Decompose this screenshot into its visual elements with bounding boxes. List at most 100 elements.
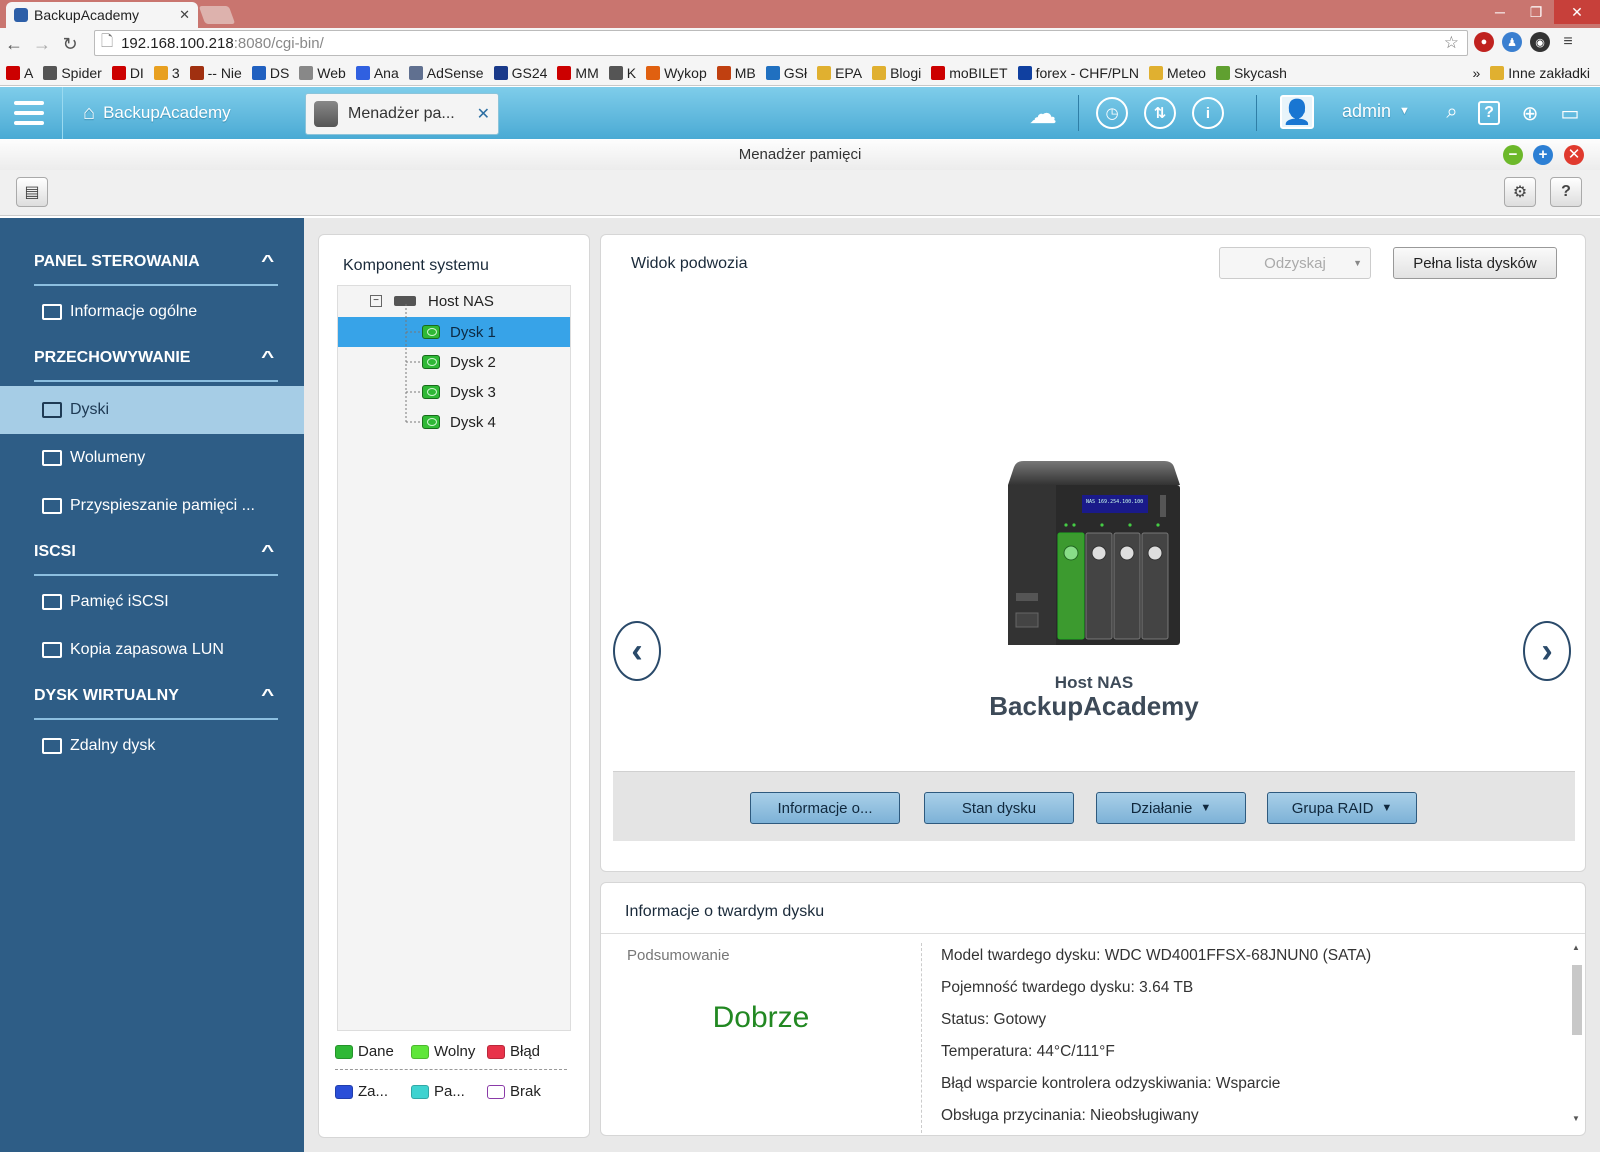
legend-swatch — [411, 1084, 429, 1099]
bookmark-item[interactable]: moBILET — [931, 65, 1008, 81]
sidebar-item-przyspieszanie[interactable]: Przyspieszanie pamięci ... — [0, 482, 304, 530]
bookmark-item[interactable]: Wykop — [646, 65, 707, 81]
extension-icon[interactable]: ♟ — [1502, 32, 1522, 52]
bookmark-item[interactable]: AdSense — [408, 65, 484, 81]
new-tab-button[interactable] — [198, 6, 236, 24]
tab-close-icon[interactable]: ✕ — [179, 7, 190, 23]
forward-icon[interactable]: → — [28, 34, 56, 55]
bookmark-label: Skycash — [1233, 64, 1287, 81]
cache-acceleration-icon — [42, 498, 62, 514]
sidebar-section-przechowywanie[interactable]: PRZECHOWYWANIE ^ — [34, 336, 278, 382]
collapse-chevron-icon[interactable]: ^ — [261, 253, 274, 271]
raid-group-dropdown-button[interactable]: Grupa RAID ▼ — [1267, 792, 1417, 824]
collapse-chevron-icon[interactable]: ^ — [261, 349, 274, 367]
bookmark-item[interactable]: Spider — [43, 64, 102, 81]
ghost-icon[interactable]: ◉ — [1530, 32, 1550, 52]
sidebar-item-pamiec-iscsi[interactable]: Pamięć iSCSI — [0, 578, 304, 626]
sidebar-item-informacje-ogolne[interactable]: Informacje ogólne — [0, 288, 304, 336]
sidebar-section-panel-sterowania[interactable]: PANEL STEROWANIA ^ — [34, 240, 278, 286]
scrollbar[interactable]: ▲ ▼ — [1571, 943, 1583, 1123]
settings-gear-icon[interactable]: ⚙ — [1504, 177, 1536, 207]
close-window-icon[interactable]: ✕ — [1554, 0, 1600, 24]
toggle-sidebar-icon[interactable]: ▤ — [16, 177, 48, 207]
scroll-down-icon[interactable]: ▼ — [1572, 1114, 1580, 1123]
full-disk-list-button[interactable]: Pełna lista dysków — [1393, 247, 1557, 279]
info-icon[interactable]: i — [1192, 97, 1224, 129]
other-bookmarks-folder[interactable]: Inne zakładki — [1490, 65, 1590, 81]
bookmark-item[interactable]: Blogi — [872, 65, 921, 81]
cloud-icon[interactable]: ☁ — [1027, 97, 1059, 129]
bookmark-item[interactable]: forex - CHF/PLN — [1017, 65, 1139, 81]
collapse-chevron-icon[interactable]: ^ — [261, 687, 274, 705]
recover-select[interactable]: Odzyskaj ▼ — [1219, 247, 1371, 279]
bookmark-item[interactable]: Ana — [355, 65, 399, 81]
back-icon[interactable]: ← — [0, 34, 28, 55]
bookmark-item[interactable]: EPA — [817, 65, 862, 81]
address-bar[interactable]: 🗋 192.168.100.218:8080/cgi-bin/ ☆ — [94, 30, 1468, 56]
disk-info-button[interactable]: Informacje o... — [750, 792, 900, 824]
bookmark-item[interactable]: Meteo — [1149, 65, 1206, 81]
main-menu-icon[interactable] — [14, 101, 44, 125]
user-menu[interactable]: admin ▼ — [1342, 101, 1410, 122]
scrollbar-thumb[interactable] — [1572, 965, 1582, 1035]
sidebar-item-zdalny-dysk[interactable]: Zdalny dysk — [0, 722, 304, 770]
action-dropdown-button[interactable]: Działanie ▼ — [1096, 792, 1246, 824]
bookmark-item[interactable]: A — [6, 65, 33, 81]
bookmark-item[interactable]: MM — [557, 65, 599, 81]
browser-tab-title: BackupAcademy — [34, 7, 140, 23]
minimize-icon[interactable]: ─ — [1482, 0, 1518, 24]
bookmark-item[interactable]: GSł — [765, 65, 807, 81]
bookmark-favicon-icon — [493, 65, 508, 80]
help-icon[interactable]: ? — [1478, 101, 1500, 125]
maximize-icon[interactable]: ❐ — [1518, 0, 1554, 24]
search-icon[interactable]: ⌕ — [1440, 101, 1464, 124]
adblock-icon[interactable]: ● — [1474, 32, 1494, 52]
bookmark-item[interactable]: -- Nie — [189, 65, 242, 81]
sidebar-section-iscsi[interactable]: ISCSI ^ — [34, 530, 278, 576]
app-tab-storage-manager[interactable]: Menadżer pa... ✕ — [305, 93, 499, 135]
language-globe-icon[interactable]: ⊕ — [1518, 101, 1542, 126]
bookmark-item[interactable]: DS — [251, 65, 289, 81]
bookmarks-overflow-button[interactable]: » — [1472, 65, 1480, 81]
sidebar-section-dysk-wirtualny[interactable]: DYSK WIRTUALNY ^ — [34, 674, 278, 720]
bookmark-favicon-icon — [1215, 65, 1230, 80]
reload-icon[interactable]: ↻ — [56, 34, 84, 55]
help-button-icon[interactable]: ? — [1550, 177, 1582, 207]
external-device-icon[interactable]: ⇅ — [1144, 97, 1176, 129]
window-toolbar: ▤ ⚙ ? — [0, 170, 1600, 216]
sidebar-item-dyski[interactable]: Dyski — [0, 386, 304, 434]
bookmark-item[interactable]: GS24 — [493, 65, 547, 81]
app-tab-close-icon[interactable]: ✕ — [477, 104, 490, 124]
sidebar-item-label: Pamięć iSCSI — [70, 593, 169, 610]
bookmark-item[interactable]: K — [608, 65, 636, 81]
background-task-icon[interactable]: ◷ — [1096, 97, 1128, 129]
legend-swatch — [335, 1044, 353, 1059]
bookmark-item[interactable]: Skycash — [1215, 64, 1287, 81]
bookmark-item[interactable]: DI — [111, 65, 144, 81]
disk-health-button[interactable]: Stan dysku — [924, 792, 1074, 824]
next-arrow-icon[interactable]: › — [1523, 621, 1571, 681]
panel-title: Komponent systemu — [343, 257, 489, 274]
bookmark-item[interactable]: 3 — [153, 65, 180, 81]
scroll-up-icon[interactable]: ▲ — [1572, 943, 1580, 952]
maximize-window-icon[interactable]: + — [1533, 145, 1553, 165]
browser-tab[interactable]: BackupAcademy ✕ — [6, 2, 198, 28]
bookmark-star-icon[interactable]: ☆ — [1444, 33, 1459, 53]
collapse-chevron-icon[interactable]: ^ — [261, 543, 274, 561]
legend-swatch — [411, 1044, 429, 1059]
desktop-icon[interactable]: ▭ — [1558, 101, 1582, 126]
avatar[interactable]: 👤 — [1280, 95, 1314, 129]
minimize-window-icon[interactable]: − — [1503, 145, 1523, 165]
bookmark-favicon-icon — [608, 65, 623, 80]
sidebar-item-label: Kopia zapasowa LUN — [70, 641, 224, 658]
bookmark-item[interactable]: MB — [716, 65, 756, 81]
close-app-window-icon[interactable]: ✕ — [1564, 145, 1584, 165]
bookmark-item[interactable]: Web — [299, 65, 346, 81]
sidebar-item-wolumeny[interactable]: Wolumeny — [0, 434, 304, 482]
bookmark-label: Spider — [61, 64, 102, 81]
sidebar-item-kopia-lun[interactable]: Kopia zapasowa LUN — [0, 626, 304, 674]
menu-icon[interactable]: ≡ — [1558, 32, 1578, 52]
prev-arrow-icon[interactable]: ‹ — [613, 621, 661, 681]
legend-item-none: Brak — [487, 1083, 541, 1100]
home-button[interactable]: ⌂ BackupAcademy — [62, 87, 292, 139]
